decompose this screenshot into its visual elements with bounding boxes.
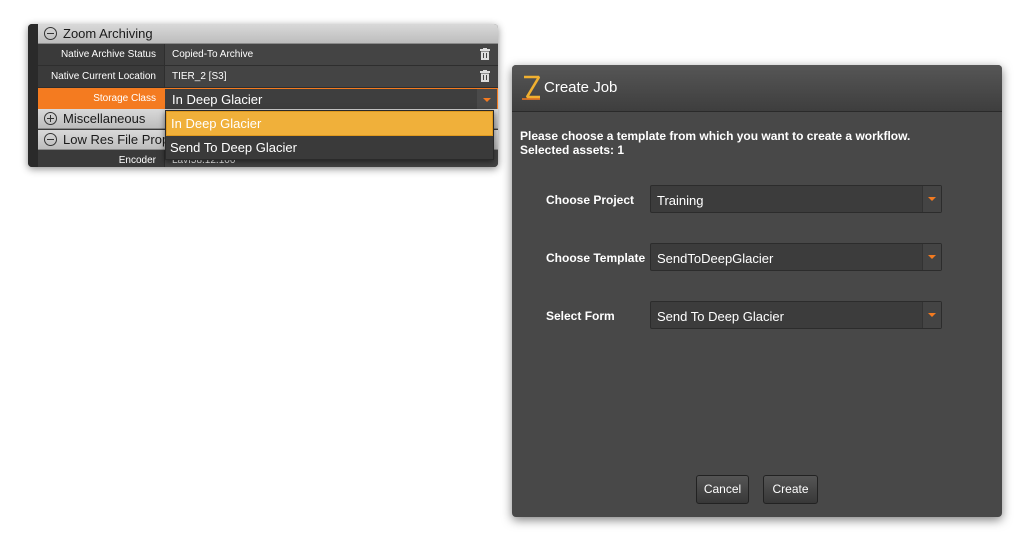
chevron-down-icon[interactable] [477, 89, 497, 110]
cancel-button[interactable]: Cancel [696, 475, 749, 504]
trash-icon[interactable] [480, 48, 490, 60]
property-label: Storage Class [38, 88, 164, 109]
intro-text: Please choose a template from which you … [520, 129, 911, 143]
select-form-label: Select Form [546, 309, 615, 323]
dropdown-option[interactable]: Send To Deep Glacier [166, 136, 493, 159]
create-job-dialog: Create Job Please choose a template from… [512, 65, 1002, 517]
choose-template-label: Choose Template [546, 251, 646, 265]
dialog-header: Create Job [512, 65, 1002, 112]
property-row-current-location: Native Current Location TIER_2 [S3] [38, 66, 498, 88]
choose-template-select[interactable]: SendToDeepGlacier [650, 243, 942, 271]
select-value: Training [657, 193, 704, 208]
dialog-title: Create Job [544, 79, 618, 96]
expand-icon[interactable] [44, 112, 57, 125]
select-value: Send To Deep Glacier [657, 309, 784, 324]
chevron-down-icon[interactable] [922, 244, 941, 270]
trash-icon[interactable] [480, 70, 490, 82]
dialog-intro: Please choose a template from which you … [520, 129, 910, 157]
storage-class-dropdown: In Deep Glacier Send To Deep Glacier [165, 110, 494, 160]
property-row-storage-class: Storage Class In Deep Glacier [38, 88, 498, 111]
collapse-icon[interactable] [44, 133, 57, 146]
section-zoom-archiving[interactable]: Zoom Archiving [38, 24, 498, 44]
select-value: SendToDeepGlacier [657, 251, 774, 266]
selected-assets-text: Selected assets: 1 [520, 143, 625, 157]
panel-left-strip [28, 24, 38, 167]
property-value: Copied-To Archive [164, 44, 498, 65]
property-row-archive-status: Native Archive Status Copied-To Archive [38, 44, 498, 66]
property-label: Native Archive Status [60, 49, 156, 60]
section-title: Zoom Archiving [63, 26, 153, 41]
select-form-select[interactable]: Send To Deep Glacier [650, 301, 942, 329]
property-label: Encoder [118, 155, 156, 166]
storage-class-select[interactable]: In Deep Glacier [164, 88, 498, 111]
section-title: Low Res File Prope [63, 132, 177, 147]
collapse-icon[interactable] [44, 27, 57, 40]
property-label: Native Current Location [50, 71, 156, 82]
storage-class-value: In Deep Glacier [172, 92, 263, 107]
chevron-down-icon[interactable] [922, 302, 941, 328]
z-logo-icon [522, 75, 541, 100]
choose-project-select[interactable]: Training [650, 185, 942, 213]
choose-project-label: Choose Project [546, 193, 635, 207]
section-title: Miscellaneous [63, 111, 146, 126]
dropdown-option[interactable]: In Deep Glacier [166, 111, 493, 136]
property-value: TIER_2 [S3] [164, 66, 498, 87]
chevron-down-icon[interactable] [922, 186, 941, 212]
create-button[interactable]: Create [763, 475, 818, 504]
